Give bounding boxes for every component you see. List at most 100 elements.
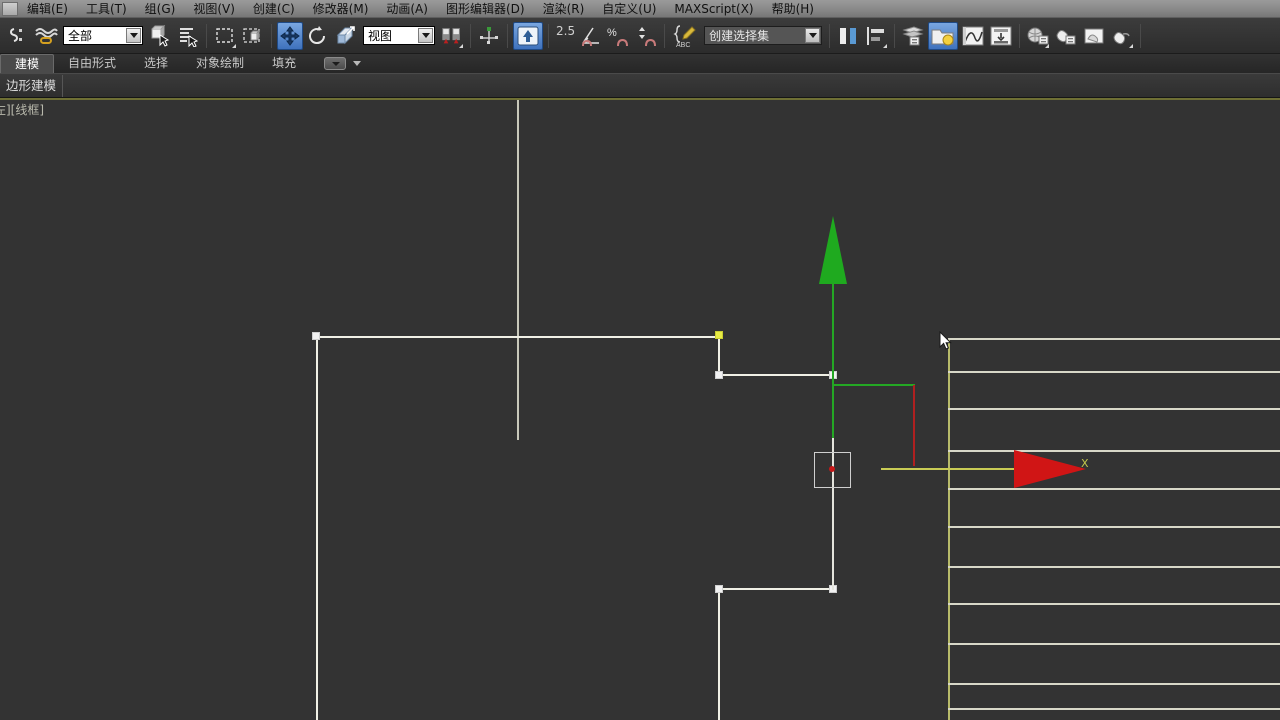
mirror-icon[interactable] [835,22,861,50]
rectangular-selection-region-icon[interactable] [212,22,238,50]
material-editor-icon[interactable] [1025,22,1051,50]
stair-row-line [948,643,1280,645]
ribbon-panel-row: 边形建模 [0,74,1280,97]
gizmo-plane-handle-horizontal[interactable] [833,384,915,386]
angle-snap-toggle-icon[interactable] [577,22,603,50]
vertex-handle[interactable] [715,585,723,593]
menu-item-graph-editors[interactable]: 图形编辑器(D) [437,0,534,18]
gizmo-plane-handle-vertical[interactable] [913,385,915,466]
spinner-snap-icon[interactable] [33,22,59,50]
menu-item-tools[interactable]: 工具(T) [77,0,136,18]
menu-item-customize[interactable]: 自定义(U) [593,0,665,18]
chevron-down-icon[interactable] [418,28,433,43]
modeling-ribbon: 建模 自由形式 选择 对象绘制 填充 边形建模 [0,54,1280,98]
menu-item-help[interactable]: 帮助(H) [763,0,823,18]
align-icon[interactable] [863,22,889,50]
use-pivot-point-center-icon[interactable] [439,22,465,50]
stair-row-line [948,450,1280,452]
select-and-rotate-icon[interactable] [305,22,331,50]
schematic-view-icon[interactable] [988,22,1014,50]
edit-named-selection-sets-icon[interactable]: ABC [670,22,700,50]
stair-vertical-edge [948,338,950,720]
menu-item-edit[interactable]: 编辑(E) [18,0,77,18]
select-and-scale-icon[interactable] [333,22,359,50]
spinner-snap-toggle-icon[interactable] [633,22,659,50]
ribbon-tab-modeling[interactable]: 建模 [0,54,55,73]
render-setup-icon[interactable] [1053,22,1079,50]
coordinate-system-value: 视图 [368,29,393,43]
vertex-handle[interactable] [312,332,320,340]
chevron-down-icon[interactable] [126,28,141,43]
curve-editor-icon[interactable] [960,22,986,50]
shape-edge-top [316,336,720,338]
shape-edge-right-upper [718,336,720,376]
stair-row-line [948,526,1280,528]
shape-edge-right-lower [718,589,720,720]
flyout-corner-icon[interactable] [459,43,463,48]
gizmo-pivot-dot [829,466,835,472]
chevron-down-icon[interactable] [353,61,362,66]
percent-snap-toggle-icon[interactable]: % [605,22,631,50]
scene-explorer-icon[interactable] [928,21,959,50]
flyout-corner-icon[interactable] [1045,43,1050,48]
snaps-toggle-icon[interactable] [5,22,31,50]
menu-item-maxscript[interactable]: MAXScript(X) [665,0,762,18]
named-selection-set-dropdown[interactable]: 创建选择集 [704,26,823,45]
menu-item-group[interactable]: 组(G) [136,0,185,18]
shape-edge-notch-top [718,374,834,376]
selection-filter-value: 全部 [68,29,93,43]
ribbon-tab-selection[interactable]: 选择 [130,54,182,73]
gizmo-axis-y-arrow[interactable] [819,216,847,284]
vertex-handle-selected[interactable] [715,331,723,339]
vertex-handle[interactable] [715,371,723,379]
shape-edge-notch-bottom [718,588,834,590]
gizmo-axis-x-line[interactable] [881,468,1021,470]
flyout-corner-icon[interactable] [232,43,236,48]
select-and-move-icon[interactable] [277,21,303,50]
viewport-label[interactable]: 左][线框] [0,101,44,118]
menu-item-rendering[interactable]: 渲染(R) [534,0,594,18]
gizmo-axis-x-label: X [1081,457,1089,470]
reference-coordinate-system-dropdown[interactable]: 视图 [363,26,435,45]
window-crossing-icon[interactable] [240,22,266,50]
ribbon-options-pill-icon[interactable] [324,57,347,70]
svg-text:%: % [607,27,617,39]
snaps-toggle-active-icon[interactable] [513,21,543,50]
menu-item-create[interactable]: 创建(C) [244,0,304,18]
chevron-down-icon[interactable] [805,28,821,43]
main-toolbar: 全部 视图 2.5 % ABC 创建选择集 [0,18,1280,54]
stair-row-line [948,488,1280,490]
layer-manager-icon[interactable] [900,22,926,50]
construction-line-vertical [517,100,519,440]
select-by-name-icon[interactable] [175,22,201,50]
shape-edge-left [316,336,318,720]
menu-bar: 编辑(E) 工具(T) 组(G) 视图(V) 创建(C) 修改器(M) 动画(A… [0,0,1280,18]
flyout-corner-icon[interactable] [883,43,888,48]
menu-item-views[interactable]: 视图(V) [184,0,244,18]
ribbon-tab-freeform[interactable]: 自由形式 [54,54,130,73]
render-production-icon[interactable] [1109,22,1135,50]
ribbon-tab-populate[interactable]: 填充 [258,54,310,73]
ribbon-tab-object-paint[interactable]: 对象绘制 [182,54,258,73]
viewport-left-wireframe[interactable]: 左][线框] X [0,98,1280,720]
menu-item-animation[interactable]: 动画(A) [377,0,437,18]
svg-text:ABC: ABC [676,42,690,48]
gizmo-axis-x-arrow[interactable] [1014,450,1086,488]
stair-row-line [948,566,1280,568]
angle-snap-value: 2.5 [556,24,576,38]
viewport-top-border [0,98,1280,100]
mouse-cursor [939,331,952,350]
stair-row-line [948,338,1280,340]
select-and-manipulate-icon[interactable] [476,22,502,50]
stair-row-line [948,371,1280,373]
ribbon-panel-title: 边形建模 [0,74,64,97]
flyout-corner-icon[interactable] [1129,43,1134,48]
rendered-frame-window-icon[interactable] [1081,22,1107,50]
select-object-icon[interactable] [147,22,173,50]
stair-row-line [948,408,1280,410]
menu-item-modifiers[interactable]: 修改器(M) [304,0,378,18]
system-menu-icon[interactable] [2,1,18,16]
selection-filter-dropdown[interactable]: 全部 [63,26,143,45]
gizmo-axis-y-line[interactable] [832,284,834,442]
stair-row-line [948,683,1280,685]
